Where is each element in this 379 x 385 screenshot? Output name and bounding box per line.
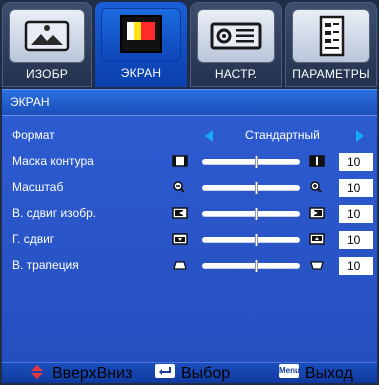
tab-picture[interactable]: ИЗОБР	[2, 2, 92, 87]
keystone-top-icon	[172, 259, 188, 271]
v-keystone-value[interactable]: 10	[339, 257, 373, 275]
v-shift-down-icon	[172, 233, 188, 245]
v-shift-value[interactable]: 10	[339, 231, 373, 249]
right-arrow-icon[interactable]	[356, 130, 364, 142]
section-title: ЭКРАН	[10, 95, 50, 109]
h-image-shift-value[interactable]: 10	[339, 205, 373, 223]
zoom-in-icon	[309, 181, 325, 193]
mask-decrease-icon	[172, 155, 188, 167]
v-keystone-label: В. трапеция	[12, 258, 79, 272]
zoom-slider[interactable]	[202, 182, 300, 194]
edge-mask-slider[interactable]	[202, 156, 300, 168]
enter-icon	[155, 364, 175, 378]
zoom-out-icon	[172, 181, 188, 193]
select-hint: Выбор	[181, 365, 231, 382]
settings-panel: Формат Стандартный Маска контура 10 Масш…	[2, 115, 377, 362]
h-image-shift-slider[interactable]	[202, 208, 300, 220]
tab-label: ПАРАМЕТРЫ	[292, 67, 370, 81]
exit-hint: Выход	[305, 365, 353, 382]
tab-setup[interactable]: НАСТР.	[190, 2, 282, 87]
h-shift-left-icon	[172, 207, 188, 219]
display-color-bars-icon	[101, 8, 181, 62]
edge-mask-value[interactable]: 10	[339, 153, 373, 171]
zoom-row[interactable]: Масштаб 10	[2, 175, 377, 201]
tab-label: ЭКРАН	[120, 66, 162, 80]
v-shift-up-icon	[309, 233, 325, 245]
slider-thumb[interactable]	[255, 260, 258, 272]
format-value: Стандартный	[245, 128, 320, 142]
slider-thumb[interactable]	[255, 156, 258, 168]
mask-increase-icon	[309, 155, 325, 167]
edge-mask-row[interactable]: Маска контура 10	[2, 149, 377, 175]
v-shift-row[interactable]: Г. сдвиг 10	[2, 227, 377, 253]
updown-hint: ВверхВниз	[52, 365, 133, 382]
h-shift-right-icon	[309, 207, 325, 219]
slider-thumb[interactable]	[255, 208, 258, 220]
menu-tabs: ИЗОБР ЭКРАН НАСТР. ПАРАМЕТРЫ	[2, 2, 377, 87]
slider-thumb[interactable]	[255, 182, 258, 194]
section-header: ЭКРАН	[2, 89, 377, 115]
projector-osd-menu: ИЗОБР ЭКРАН НАСТР. ПАРАМЕТРЫ ЭКРАН Форма…	[0, 0, 379, 383]
format-label: Формат	[12, 128, 55, 142]
h-image-shift-row[interactable]: В. сдвиг изобр. 10	[2, 201, 377, 227]
zoom-value[interactable]: 10	[339, 179, 373, 197]
left-arrow-icon[interactable]	[205, 130, 213, 142]
picture-icon	[9, 9, 85, 63]
v-shift-label: Г. сдвиг	[12, 232, 55, 246]
slider-thumb[interactable]	[255, 234, 258, 246]
tab-options[interactable]: ПАРАМЕТРЫ	[285, 2, 377, 87]
keystone-bottom-icon	[309, 259, 325, 271]
menu-key-icon: Menu	[279, 364, 300, 378]
v-keystone-row[interactable]: В. трапеция 10	[2, 253, 377, 279]
tab-label: НАСТР.	[214, 67, 258, 81]
v-shift-slider[interactable]	[202, 234, 300, 246]
tab-label: ИЗОБР	[26, 67, 68, 81]
h-image-shift-label: В. сдвиг изобр.	[12, 206, 97, 220]
v-keystone-slider[interactable]	[202, 260, 300, 272]
edge-mask-label: Маска контура	[12, 154, 94, 168]
up-down-arrows-icon	[30, 364, 44, 380]
footer-hints: ВверхВниз Выбор Menu Выход	[2, 362, 377, 383]
tab-display[interactable]: ЭКРАН	[95, 2, 187, 87]
projector-setup-icon	[197, 9, 275, 63]
zoom-label: Масштаб	[12, 180, 64, 194]
format-row[interactable]: Формат Стандартный	[2, 123, 377, 149]
options-document-icon	[292, 9, 370, 63]
